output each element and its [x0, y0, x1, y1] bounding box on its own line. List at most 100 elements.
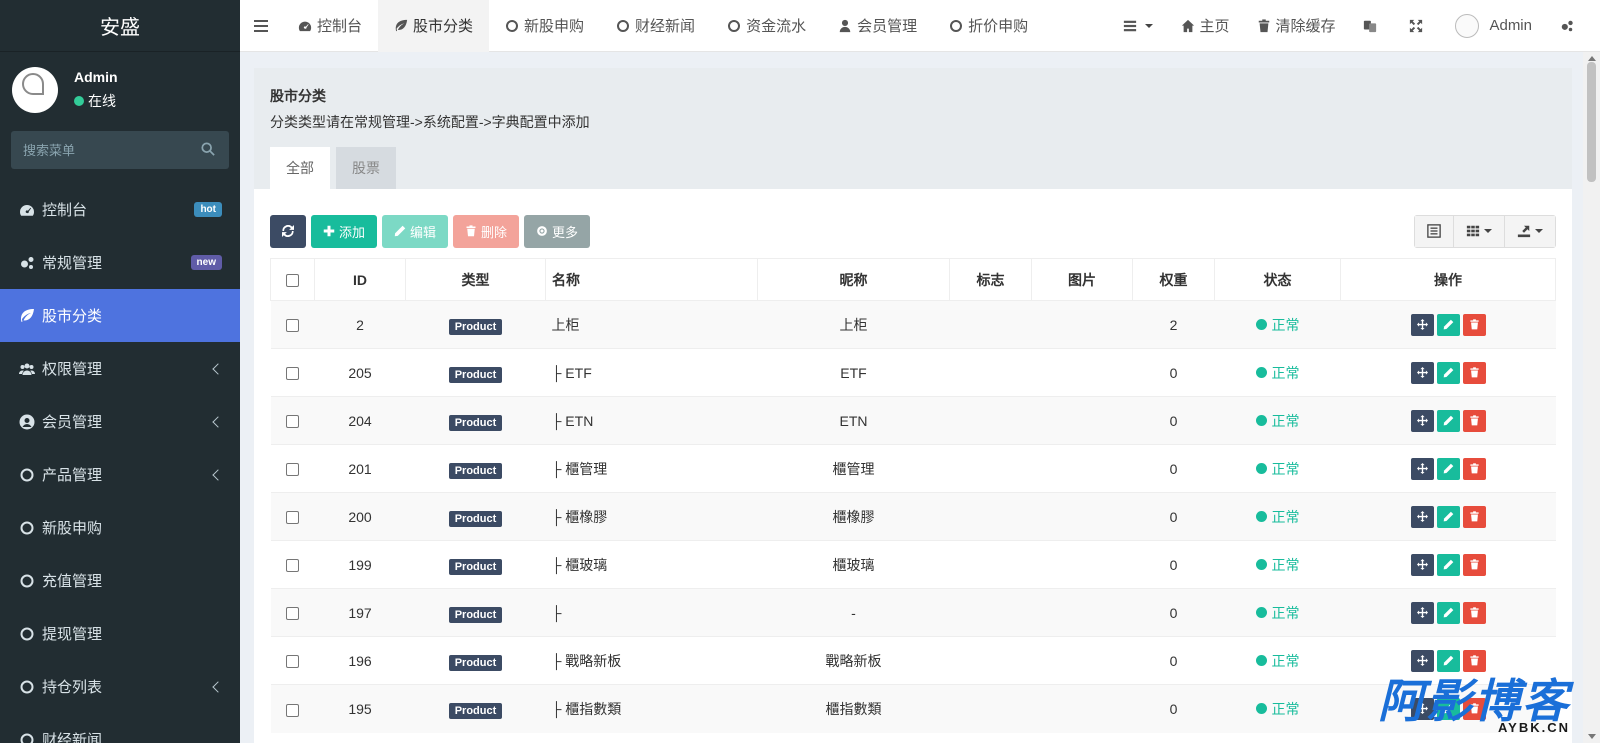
tab-news[interactable]: 财经新闻	[600, 0, 711, 52]
sidebar-item-dashboard[interactable]: 控制台 hot	[0, 183, 240, 236]
export-button[interactable]	[1505, 215, 1555, 247]
table-row[interactable]: 199 Product ├ 櫃玻璃 櫃玻璃 0 正常	[270, 540, 1556, 589]
scroll-down-icon[interactable]	[1588, 734, 1596, 739]
drag-button[interactable]	[1410, 361, 1434, 384]
row-edit-button[interactable]	[1436, 457, 1460, 480]
row-edit-button[interactable]	[1436, 601, 1460, 624]
sidebar-toggle-button[interactable]	[240, 0, 282, 52]
sidebar-item-news[interactable]: 财经新闻	[0, 713, 240, 743]
toggle-view-button[interactable]	[1415, 215, 1454, 247]
sidebar-item-recharge[interactable]: 充值管理	[0, 554, 240, 607]
drag-button[interactable]	[1410, 457, 1434, 480]
row-delete-button[interactable]	[1462, 553, 1486, 576]
drag-button[interactable]	[1410, 409, 1434, 432]
row-checkbox[interactable]	[286, 655, 299, 669]
table-row[interactable]: 196 Product ├ 戰略新板 戰略新板 0 正常	[270, 636, 1556, 685]
language-button[interactable]	[1349, 0, 1395, 52]
row-delete-button[interactable]	[1462, 361, 1486, 384]
row-checkbox[interactable]	[286, 607, 299, 621]
drag-button[interactable]	[1410, 313, 1434, 336]
row-edit-button[interactable]	[1436, 649, 1460, 672]
circle-icon	[18, 519, 36, 537]
scroll-thumb[interactable]	[1587, 62, 1596, 182]
row-checkbox[interactable]	[286, 319, 299, 333]
row-delete-button[interactable]	[1462, 457, 1486, 480]
tab-members[interactable]: 会员管理	[822, 0, 933, 52]
tab-discount[interactable]: 折价申购	[933, 0, 1044, 52]
drag-button[interactable]	[1410, 649, 1434, 672]
tab-dashboard[interactable]: 控制台	[282, 0, 378, 52]
col-weigh[interactable]: 权重	[1132, 258, 1215, 301]
row-checkbox[interactable]	[286, 511, 299, 525]
cell-name: ├ ETN	[545, 396, 758, 445]
sidebar-item-ipo[interactable]: 新股申购	[0, 501, 240, 554]
row-checkbox[interactable]	[286, 463, 299, 477]
sidebar-item-products[interactable]: 产品管理	[0, 448, 240, 501]
settings-button[interactable]	[1546, 0, 1600, 52]
refresh-button[interactable]	[270, 214, 306, 248]
drag-button[interactable]	[1410, 601, 1434, 624]
clear-cache-button[interactable]: 清除缓存	[1243, 0, 1349, 52]
home-link[interactable]: 主页	[1167, 0, 1243, 52]
table-row[interactable]: 197 Product ├ - 0 正常	[270, 588, 1556, 637]
sidebar-item-stock-category[interactable]: 股市分类	[0, 289, 240, 342]
status-dot-icon	[1255, 655, 1267, 666]
table-row[interactable]: 201 Product ├ 櫃管理 櫃管理 0 正常	[270, 444, 1556, 493]
table-header-row: ID 类型 名称 昵称 标志 图片 权重 状态 操作	[270, 258, 1556, 301]
row-edit-button[interactable]	[1436, 361, 1460, 384]
search-icon[interactable]	[201, 142, 217, 158]
sidebar-item-positions[interactable]: 持仓列表	[0, 660, 240, 713]
tab-fund-flow[interactable]: 资金流水	[711, 0, 822, 52]
sidebar-item-label: 权限管理	[42, 361, 103, 378]
col-id[interactable]: ID	[314, 258, 406, 301]
brand-logo[interactable]: 安盛	[0, 0, 240, 52]
status-label: 正常	[1271, 316, 1300, 333]
delete-button[interactable]: 删除	[453, 214, 520, 248]
sidebar-item-members[interactable]: 会员管理	[0, 395, 240, 448]
drag-button[interactable]	[1410, 505, 1434, 528]
row-edit-button[interactable]	[1436, 505, 1460, 528]
row-checkbox[interactable]	[286, 367, 299, 381]
fullscreen-button[interactable]	[1395, 0, 1441, 52]
add-button[interactable]: 添加	[311, 214, 378, 248]
gear-icon	[537, 226, 547, 236]
table-row[interactable]: 2 Product 上柜 上柜 2 正常	[270, 300, 1556, 349]
drag-button[interactable]	[1410, 553, 1434, 576]
new-badge: new	[190, 255, 222, 270]
tab-ipo[interactable]: 新股申购	[489, 0, 600, 52]
columns-button[interactable]	[1454, 215, 1505, 247]
caret-down-icon	[1535, 229, 1543, 233]
select-all-checkbox[interactable]	[286, 274, 299, 288]
row-delete-button[interactable]	[1462, 601, 1486, 624]
page-scrollbar[interactable]	[1583, 52, 1600, 743]
row-checkbox[interactable]	[286, 415, 299, 429]
move-icon	[1416, 319, 1428, 330]
row-delete-button[interactable]	[1462, 649, 1486, 672]
sidebar-item-general[interactable]: 常规管理 new	[0, 236, 240, 289]
sidebar-item-withdraw[interactable]: 提现管理	[0, 607, 240, 660]
sidebar-item-permissions[interactable]: 权限管理	[0, 342, 240, 395]
row-checkbox[interactable]	[286, 703, 299, 717]
table-row[interactable]: 200 Product ├ 櫃橡膠 櫃橡膠 0 正常	[270, 492, 1556, 541]
tabs-menu-dropdown[interactable]	[1109, 0, 1167, 52]
menu-search-input[interactable]	[23, 142, 201, 158]
row-delete-button[interactable]	[1462, 313, 1486, 336]
tab-stock-category[interactable]: 股市分类	[378, 0, 490, 52]
table-row[interactable]: 195 Product ├ 櫃指數類 櫃指數類 0 正常	[270, 684, 1556, 733]
cell-image	[1031, 348, 1133, 397]
row-delete-button[interactable]	[1462, 409, 1486, 432]
cell-image	[1031, 444, 1133, 493]
more-button[interactable]: 更多	[524, 214, 591, 248]
row-delete-button[interactable]	[1462, 505, 1486, 528]
table-row[interactable]: 204 Product ├ ETN ETN 0 正常	[270, 396, 1556, 445]
row-edit-button[interactable]	[1436, 409, 1460, 432]
tab-all[interactable]: 全部	[270, 147, 330, 189]
scroll-up-icon[interactable]	[1588, 56, 1596, 61]
row-edit-button[interactable]	[1436, 313, 1460, 336]
edit-button[interactable]: 编辑	[382, 214, 449, 248]
table-row[interactable]: 205 Product ├ ETF ETF 0 正常	[270, 348, 1556, 397]
row-edit-button[interactable]	[1436, 553, 1460, 576]
admin-user-menu[interactable]: Admin	[1441, 0, 1546, 52]
row-checkbox[interactable]	[286, 559, 299, 573]
tab-stocks[interactable]: 股票	[336, 147, 396, 189]
